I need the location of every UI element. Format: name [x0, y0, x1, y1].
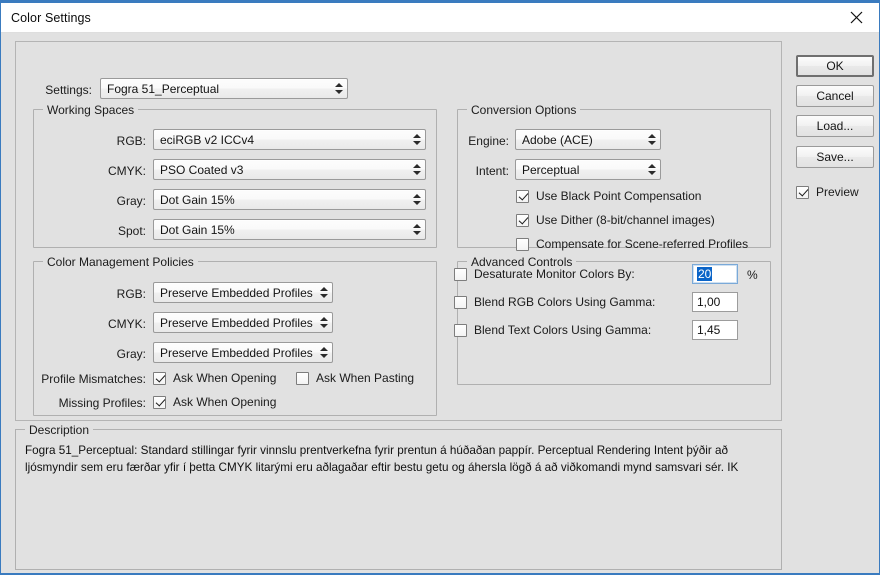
chevron-updown-icon [409, 220, 425, 239]
conversion-options-legend: Conversion Options [467, 103, 580, 117]
working-spot-value: Dot Gain 15% [154, 223, 409, 237]
dialog-body: Settings: Fogra 51_Perceptual Working Sp… [1, 33, 879, 573]
policy-cmyk-value: Preserve Embedded Profiles [154, 316, 316, 330]
description-group: Description Fogra 51_Perceptual: Standar… [15, 429, 782, 570]
intent-value: Perceptual [516, 163, 644, 177]
checkmark-icon [516, 214, 529, 227]
compensate-scene-referred-label: Compensate for Scene-referred Profiles [536, 237, 748, 251]
policy-cmyk-select[interactable]: Preserve Embedded Profiles [153, 312, 333, 333]
ok-button[interactable]: OK [796, 55, 874, 77]
titlebar: Color Settings [1, 3, 879, 33]
chevron-updown-icon [644, 160, 660, 179]
desaturate-value: 20 [697, 267, 712, 281]
policy-gray-select[interactable]: Preserve Embedded Profiles [153, 342, 333, 363]
working-gray-label: Gray: [76, 194, 146, 208]
use-black-point-compensation-checkbox[interactable]: Use Black Point Compensation [516, 189, 701, 203]
settings-select[interactable]: Fogra 51_Perceptual [100, 78, 348, 99]
working-spot-select[interactable]: Dot Gain 15% [153, 219, 426, 240]
policy-cmyk-label: CMYK: [76, 317, 146, 331]
desaturate-monitor-colors-label: Desaturate Monitor Colors By: [474, 267, 635, 281]
chevron-updown-icon [644, 130, 660, 149]
chevron-updown-icon [409, 130, 425, 149]
intent-label: Intent: [451, 164, 509, 178]
profile-mismatch-ask-pasting-label: Ask When Pasting [316, 371, 414, 385]
settings-select-value: Fogra 51_Perceptual [101, 82, 331, 96]
chevron-updown-icon [409, 190, 425, 209]
policy-gray-value: Preserve Embedded Profiles [154, 346, 316, 360]
profile-mismatches-label: Profile Mismatches: [25, 372, 146, 386]
window-title: Color Settings [11, 11, 91, 25]
working-rgb-label: RGB: [76, 134, 146, 148]
description-text: Fogra 51_Perceptual: Standard stillingar… [25, 442, 771, 476]
blend-text-gamma-label: Blend Text Colors Using Gamma: [474, 323, 651, 337]
chevron-updown-icon [331, 79, 347, 98]
checkbox-empty-icon [454, 296, 467, 309]
working-cmyk-select[interactable]: PSO Coated v3 [153, 159, 426, 180]
desaturate-unit-label: % [747, 268, 758, 282]
working-spaces-legend: Working Spaces [43, 103, 138, 117]
chevron-updown-icon [409, 160, 425, 179]
close-icon[interactable] [834, 3, 879, 32]
profile-mismatch-ask-opening-checkbox[interactable]: Ask When Opening [153, 371, 276, 385]
checkmark-icon [796, 186, 809, 199]
policy-rgb-label: RGB: [76, 287, 146, 301]
blend-rgb-gamma-checkbox[interactable]: Blend RGB Colors Using Gamma: [454, 295, 655, 309]
blend-rgb-gamma-value: 1,00 [697, 295, 720, 309]
use-dither-label: Use Dither (8-bit/channel images) [536, 213, 715, 227]
load-button[interactable]: Load... [796, 115, 874, 137]
missing-profiles-ask-opening-label: Ask When Opening [173, 395, 276, 409]
blend-text-gamma-value: 1,45 [697, 323, 720, 337]
working-cmyk-label: CMYK: [76, 164, 146, 178]
working-rgb-value: eciRGB v2 ICCv4 [154, 133, 409, 147]
working-rgb-select[interactable]: eciRGB v2 ICCv4 [153, 129, 426, 150]
color-management-policies-legend: Color Management Policies [43, 255, 198, 269]
description-legend: Description [25, 423, 93, 437]
blend-rgb-gamma-label: Blend RGB Colors Using Gamma: [474, 295, 655, 309]
checkmark-icon [153, 396, 166, 409]
chevron-updown-icon [316, 313, 332, 332]
engine-value: Adobe (ACE) [516, 133, 644, 147]
working-gray-select[interactable]: Dot Gain 15% [153, 189, 426, 210]
engine-label: Engine: [451, 134, 509, 148]
checkbox-empty-icon [516, 238, 529, 251]
checkmark-icon [153, 372, 166, 385]
policy-gray-label: Gray: [76, 347, 146, 361]
working-spot-label: Spot: [76, 224, 146, 238]
engine-select[interactable]: Adobe (ACE) [515, 129, 661, 150]
blend-text-gamma-input[interactable]: 1,45 [692, 320, 738, 340]
preview-checkbox[interactable]: Preview [796, 185, 859, 199]
checkmark-icon [516, 190, 529, 203]
compensate-scene-referred-checkbox[interactable]: Compensate for Scene-referred Profiles [516, 237, 748, 251]
checkbox-empty-icon [454, 324, 467, 337]
use-dither-checkbox[interactable]: Use Dither (8-bit/channel images) [516, 213, 715, 227]
profile-mismatch-ask-pasting-checkbox[interactable]: Ask When Pasting [296, 371, 414, 385]
blend-rgb-gamma-input[interactable]: 1,00 [692, 292, 738, 312]
missing-profiles-ask-opening-checkbox[interactable]: Ask When Opening [153, 395, 276, 409]
desaturate-value-input[interactable]: 20 [692, 264, 738, 284]
policy-rgb-value: Preserve Embedded Profiles [154, 286, 316, 300]
working-cmyk-value: PSO Coated v3 [154, 163, 409, 177]
profile-mismatch-ask-opening-label: Ask When Opening [173, 371, 276, 385]
checkbox-empty-icon [454, 268, 467, 281]
color-settings-dialog: Color Settings Settings: Fogra 51_Percep… [0, 0, 880, 575]
blend-text-gamma-checkbox[interactable]: Blend Text Colors Using Gamma: [454, 323, 651, 337]
cancel-button[interactable]: Cancel [796, 85, 874, 107]
checkbox-empty-icon [296, 372, 309, 385]
preview-label: Preview [816, 185, 859, 199]
policy-rgb-select[interactable]: Preserve Embedded Profiles [153, 282, 333, 303]
intent-select[interactable]: Perceptual [515, 159, 661, 180]
chevron-updown-icon [316, 343, 332, 362]
working-gray-value: Dot Gain 15% [154, 193, 409, 207]
chevron-updown-icon [316, 283, 332, 302]
use-black-point-compensation-label: Use Black Point Compensation [536, 189, 701, 203]
missing-profiles-label: Missing Profiles: [25, 396, 146, 410]
desaturate-monitor-colors-checkbox[interactable]: Desaturate Monitor Colors By: [454, 267, 635, 281]
settings-label: Settings: [29, 83, 92, 97]
save-button[interactable]: Save... [796, 146, 874, 168]
